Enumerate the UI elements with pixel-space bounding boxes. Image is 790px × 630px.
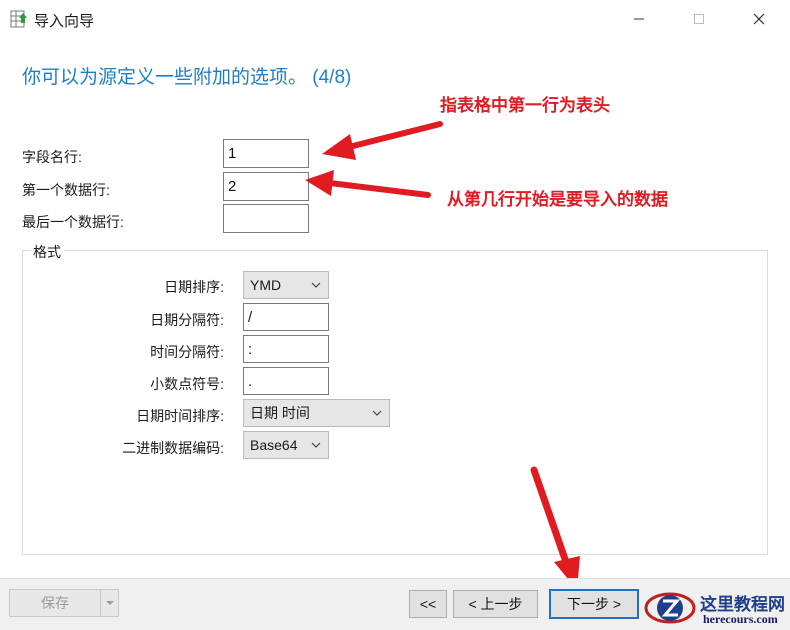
chevron-down-icon [105,601,114,605]
minimize-icon [634,18,644,20]
save-button[interactable]: 保存 [9,589,101,617]
datetime-order-value: 日期 时间 [250,405,310,421]
prev-button[interactable]: < 上一步 [453,590,538,618]
first-data-row-input[interactable] [223,172,309,201]
arrow-to-first-data-row [305,170,431,198]
minimize-button[interactable] [624,8,654,30]
date-order-label: 日期排序: [164,279,224,295]
date-order-select[interactable]: YMD [243,271,329,299]
time-separator-input[interactable] [243,335,329,363]
maximize-icon [694,14,704,24]
close-button[interactable] [744,8,774,30]
save-dropdown-button[interactable] [100,589,119,617]
field-name-row-input[interactable] [223,139,309,168]
format-group-title: 格式 [30,242,64,262]
date-separator-input[interactable] [243,303,329,331]
maximize-button[interactable] [684,8,714,30]
binary-encoding-select[interactable]: Base64 [243,431,329,459]
watermark-logo-icon [644,592,696,624]
field-name-row-label: 字段名行: [22,149,82,165]
datetime-order-select[interactable]: 日期 时间 [243,399,390,427]
binary-encoding-value: Base64 [250,437,298,453]
watermark-url: herecours.com [703,612,778,626]
decimal-symbol-label: 小数点符号: [150,376,224,392]
binary-encoding-label: 二进制数据编码: [122,440,224,456]
chevron-down-icon [310,439,322,451]
annotation-data-note: 从第几行开始是要导入的数据 [447,190,668,209]
date-separator-label: 日期分隔符: [150,312,224,328]
table-import-icon [10,10,27,28]
time-separator-label: 时间分隔符: [150,344,224,360]
title-bar [0,0,790,38]
chevron-down-icon [371,407,383,419]
decimal-symbol-input[interactable] [243,367,329,395]
last-data-row-label: 最后一个数据行: [22,214,124,230]
chevron-down-icon [310,279,322,291]
window-title: 导入向导 [34,13,95,30]
arrow-to-field-name-row [322,121,443,160]
date-order-value: YMD [250,277,282,293]
datetime-order-label: 日期时间排序: [136,408,224,424]
next-button[interactable]: 下一步 > [549,589,639,619]
annotation-header-note: 指表格中第一行为表头 [440,96,610,115]
first-step-button[interactable]: << [409,590,447,618]
close-icon [753,13,765,25]
first-data-row-label: 第一个数据行: [22,182,110,198]
last-data-row-input[interactable] [223,204,309,233]
page-title: 你可以为源定义一些附加的选项。 (4/8) [22,67,352,88]
format-groupbox [22,250,768,555]
